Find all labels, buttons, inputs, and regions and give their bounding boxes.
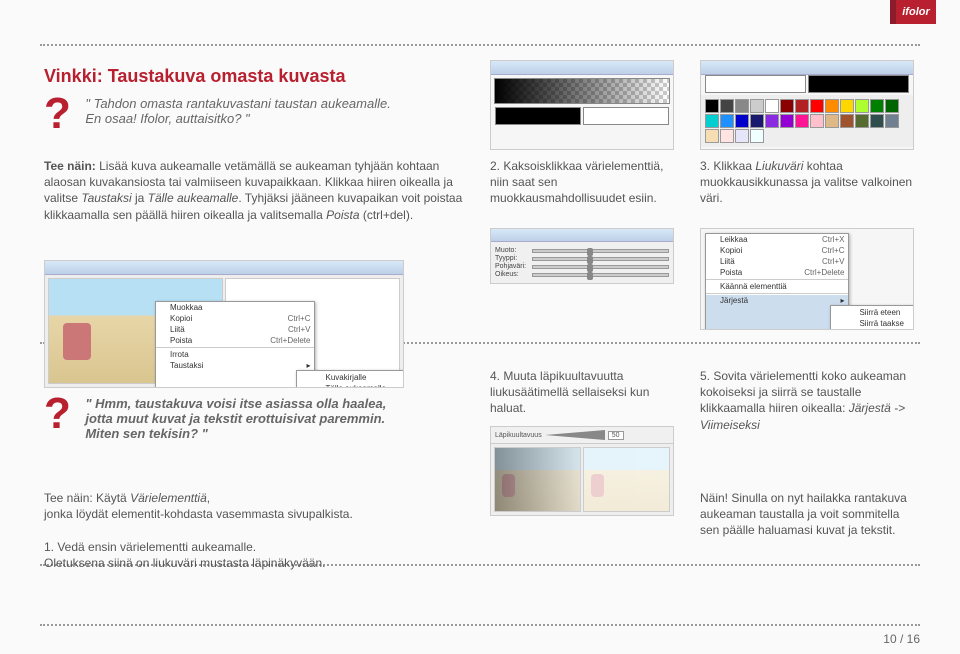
color-swatch[interactable] [780,114,794,128]
slider-track[interactable] [532,265,669,269]
question-mark-icon: ? [44,396,71,431]
color-swatch[interactable] [870,114,884,128]
menu-item[interactable]: Irrota [156,349,314,360]
menu-item[interactable]: Kuvakirjalle [311,372,403,383]
color-swatch[interactable] [840,114,854,128]
color-swatch[interactable] [855,114,869,128]
step-5-text: 5. Sovita värielementti koko aukeaman ko… [700,368,920,433]
submenu[interactable]: KuvakirjalleTälle aukeamalleTausta sivul… [296,370,404,388]
color-swatch[interactable] [795,114,809,128]
q1-line2: En osaa! Ifolor, auttaisitko? " [85,111,249,126]
color-swatch[interactable] [885,99,899,113]
menu-item[interactable]: Tuokspäin [845,329,914,330]
screenshot-gradient-editor [490,60,674,150]
step-4-text: 4. Muuta läpikuultavuutta liukusäätimell… [490,368,675,417]
menu-item[interactable]: Käännä elementtiä [706,281,848,292]
slider-track[interactable] [532,257,669,261]
divider-top [40,44,920,46]
color-swatch[interactable] [825,99,839,113]
menu-item[interactable]: LeikkaaCtrl+X [706,234,848,245]
color-swatch[interactable] [855,99,869,113]
step-2-text: 2. Kaksoisklikkaa värielementtiä, niin s… [490,158,675,207]
color-swatch[interactable] [735,114,749,128]
step-3-text: 3. Klikkaa Liukuväri kohtaa muokkausikku… [700,158,920,207]
brand-logo: ifolor [896,0,936,24]
context-menu[interactable]: MuokkaaKopioiCtrl+CLiitäCtrl+VPoistaCtrl… [155,301,315,388]
color-swatch[interactable] [810,99,824,113]
opacity-control[interactable]: Läpikuultavuus 50 [491,427,673,444]
menu-item[interactable]: Taustaksi▸KuvakirjalleTälle aukeamalleTa… [156,360,314,388]
color-swatch[interactable] [720,129,734,143]
color-swatch[interactable] [765,114,779,128]
color-swatch[interactable] [810,114,824,128]
color-swatch[interactable] [840,99,854,113]
color-swatch[interactable] [705,99,719,113]
color-swatch[interactable] [780,99,794,113]
submenu[interactable]: Siirrä eteenSiirrä taakseTuokspäinViimei… [830,305,914,330]
color-swatch[interactable] [825,114,839,128]
property-row: Pohjaväri: [495,263,669,270]
screenshot-arrange-menu: LeikkaaCtrl+XKopioiCtrl+CLiitäCtrl+VPois… [700,228,914,330]
color-swatch[interactable] [720,99,734,113]
color-swatch[interactable] [720,114,734,128]
menu-item[interactable]: Muokkaa [156,302,314,313]
property-row: Oikeus: [495,271,669,278]
color-swatch[interactable] [735,99,749,113]
color-swatch[interactable] [765,99,779,113]
color-swatch[interactable] [750,99,764,113]
menu-item[interactable]: Siirrä eteen [845,307,914,318]
step-g-text: Tee näin: Käytä Värielementtiä, jonka lö… [44,490,444,571]
menu-item[interactable]: Tälle aukeamalle [311,383,403,388]
step-1-text: Tee näin: Lisää kuva aukeamalle vetämäll… [44,158,464,223]
color-swatch[interactable] [705,114,719,128]
question-2: ? " Hmm, taustakuva voisi itse asiassa o… [44,396,454,441]
context-menu-arrange[interactable]: LeikkaaCtrl+XKopioiCtrl+CLiitäCtrl+VPois… [705,233,849,330]
color-swatch[interactable] [705,129,719,143]
menu-item[interactable]: Siirrä taakse [845,318,914,329]
gradient-preview [494,78,670,104]
question-mark-icon: ? [44,96,71,131]
menu-item[interactable]: PoistaCtrl+Delete [156,335,314,346]
page-number: 10 / 16 [883,632,920,646]
menu-item[interactable]: KopioiCtrl+C [706,245,848,256]
color-swatches [701,95,913,147]
property-row: Muoto: [495,247,669,254]
property-row: Tyyppi: [495,255,669,262]
screenshot-color-picker [700,60,914,150]
color-swatch[interactable] [870,99,884,113]
color-swatch[interactable] [795,99,809,113]
brand-tab: ifolor [890,0,936,24]
color-swatch[interactable] [735,129,749,143]
property-sliders: Muoto:Tyyppi:Pohjaväri:Oikeus: [491,242,673,283]
question-1: ? " Tahdon omasta rantakuvastani taustan… [44,96,464,131]
menu-item[interactable]: LiitäCtrl+V [156,324,314,335]
slider-track[interactable] [532,273,669,277]
color-swatch[interactable] [750,129,764,143]
menu-item[interactable]: PoistaCtrl+Delete [706,267,848,278]
screenshot-spread-context-menu: MuokkaaKopioiCtrl+CLiitäCtrl+VPoistaCtrl… [44,260,404,388]
q1-line1: " Tahdon omasta rantakuvastani taustan a… [85,96,391,111]
screenshot-opacity-spread: Läpikuultavuus 50 [490,426,674,516]
divider-bottom [40,624,920,626]
menu-item[interactable]: KopioiCtrl+C [156,313,314,324]
color-swatch[interactable] [750,114,764,128]
opacity-slider-icon[interactable] [545,430,605,440]
screenshot-properties-panel: Muoto:Tyyppi:Pohjaväri:Oikeus: [490,228,674,284]
menu-item[interactable]: LiitäCtrl+V [706,256,848,267]
slider-track[interactable] [532,249,669,253]
color-swatch[interactable] [885,114,899,128]
page-title: Vinkki: Taustakuva omasta kuvasta [44,66,345,87]
menu-item[interactable]: Järjestä▸Siirrä eteenSiirrä taakseTuoksp… [706,295,848,330]
step-result-text: Näin! Sinulla on nyt hailakka rantakuva … [700,490,920,539]
